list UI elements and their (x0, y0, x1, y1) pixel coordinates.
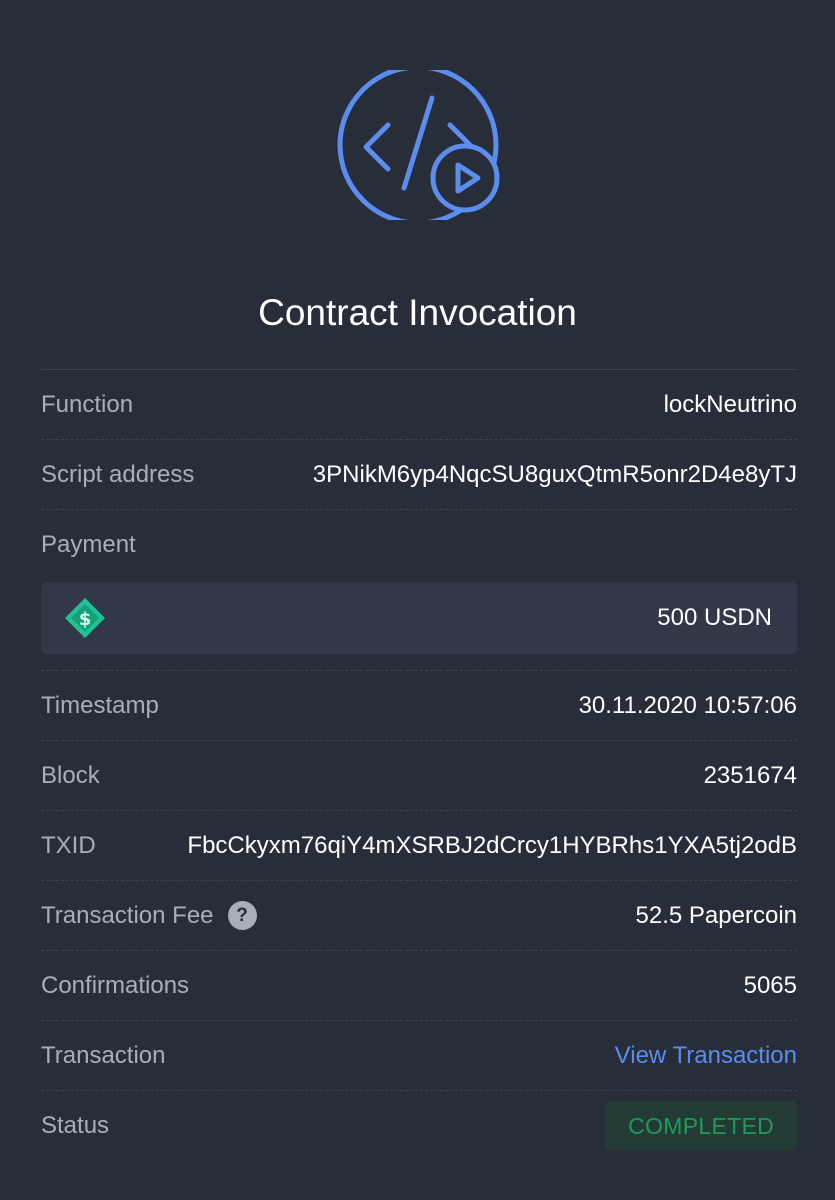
payment-row: Payment (41, 509, 797, 579)
payment-item: $ 500 USDN (41, 582, 797, 654)
block-value: 2351674 (703, 761, 797, 789)
view-transaction-link[interactable]: View Transaction (615, 1042, 797, 1070)
timestamp-row: Timestamp 30.11.2020 10:57:06 (41, 670, 797, 740)
fee-label-group: Transaction Fee ? (41, 901, 257, 930)
status-label: Status (41, 1111, 110, 1139)
status-badge: COMPLETED (605, 1100, 797, 1151)
page-title: Contract Invocation (258, 292, 577, 333)
question-icon[interactable]: ? (227, 901, 257, 930)
usdn-icon: $ (65, 598, 105, 638)
block-row: Block 2351674 (41, 740, 797, 810)
confirmations-label: Confirmations (41, 971, 190, 999)
confirmations-value: 5065 (743, 971, 797, 999)
fee-row: Transaction Fee ? 52.5 Papercoin (41, 880, 797, 950)
function-label: Function (41, 390, 134, 418)
txid-value: FbcCkyxm76qiY4mXSRBJ2dCrcy1HYBRhs1YXA5tj… (187, 831, 797, 859)
txid-row: TXID FbcCkyxm76qiY4mXSRBJ2dCrcy1HYBRhs1Y… (41, 810, 797, 880)
timestamp-value: 30.11.2020 10:57:06 (578, 691, 797, 719)
function-value: lockNeutrino (663, 390, 797, 418)
svg-text:$: $ (79, 609, 92, 630)
timestamp-label: Timestamp (41, 691, 159, 719)
payment-amount: 500 USDN (657, 604, 772, 631)
status-row: Status COMPLETED (41, 1090, 797, 1160)
fee-label: Transaction Fee (41, 901, 214, 929)
block-label: Block (41, 761, 100, 789)
transaction-details-page: Contract Invocation Function lockNeutrin… (0, 0, 835, 1200)
script-address-label: Script address (41, 460, 195, 488)
payment-spacer (41, 654, 797, 670)
fee-value: 52.5 Papercoin (635, 901, 797, 929)
script-address-row: Script address 3PNikM6yp4NqcSU8guxQtmR5o… (41, 439, 797, 509)
script-address-value: 3PNikM6yp4NqcSU8guxQtmR5onr2D4e8yTJ (312, 460, 797, 488)
txid-label: TXID (41, 831, 96, 859)
code-play-icon (337, 70, 500, 220)
confirmations-row: Confirmations 5065 (41, 950, 797, 1020)
function-row: Function lockNeutrino (41, 369, 797, 439)
details-list: Function lockNeutrino Script address 3PN… (41, 369, 797, 1160)
payment-label: Payment (41, 530, 136, 558)
transaction-label: Transaction (41, 1041, 166, 1069)
transaction-row: Transaction View Transaction (41, 1020, 797, 1090)
